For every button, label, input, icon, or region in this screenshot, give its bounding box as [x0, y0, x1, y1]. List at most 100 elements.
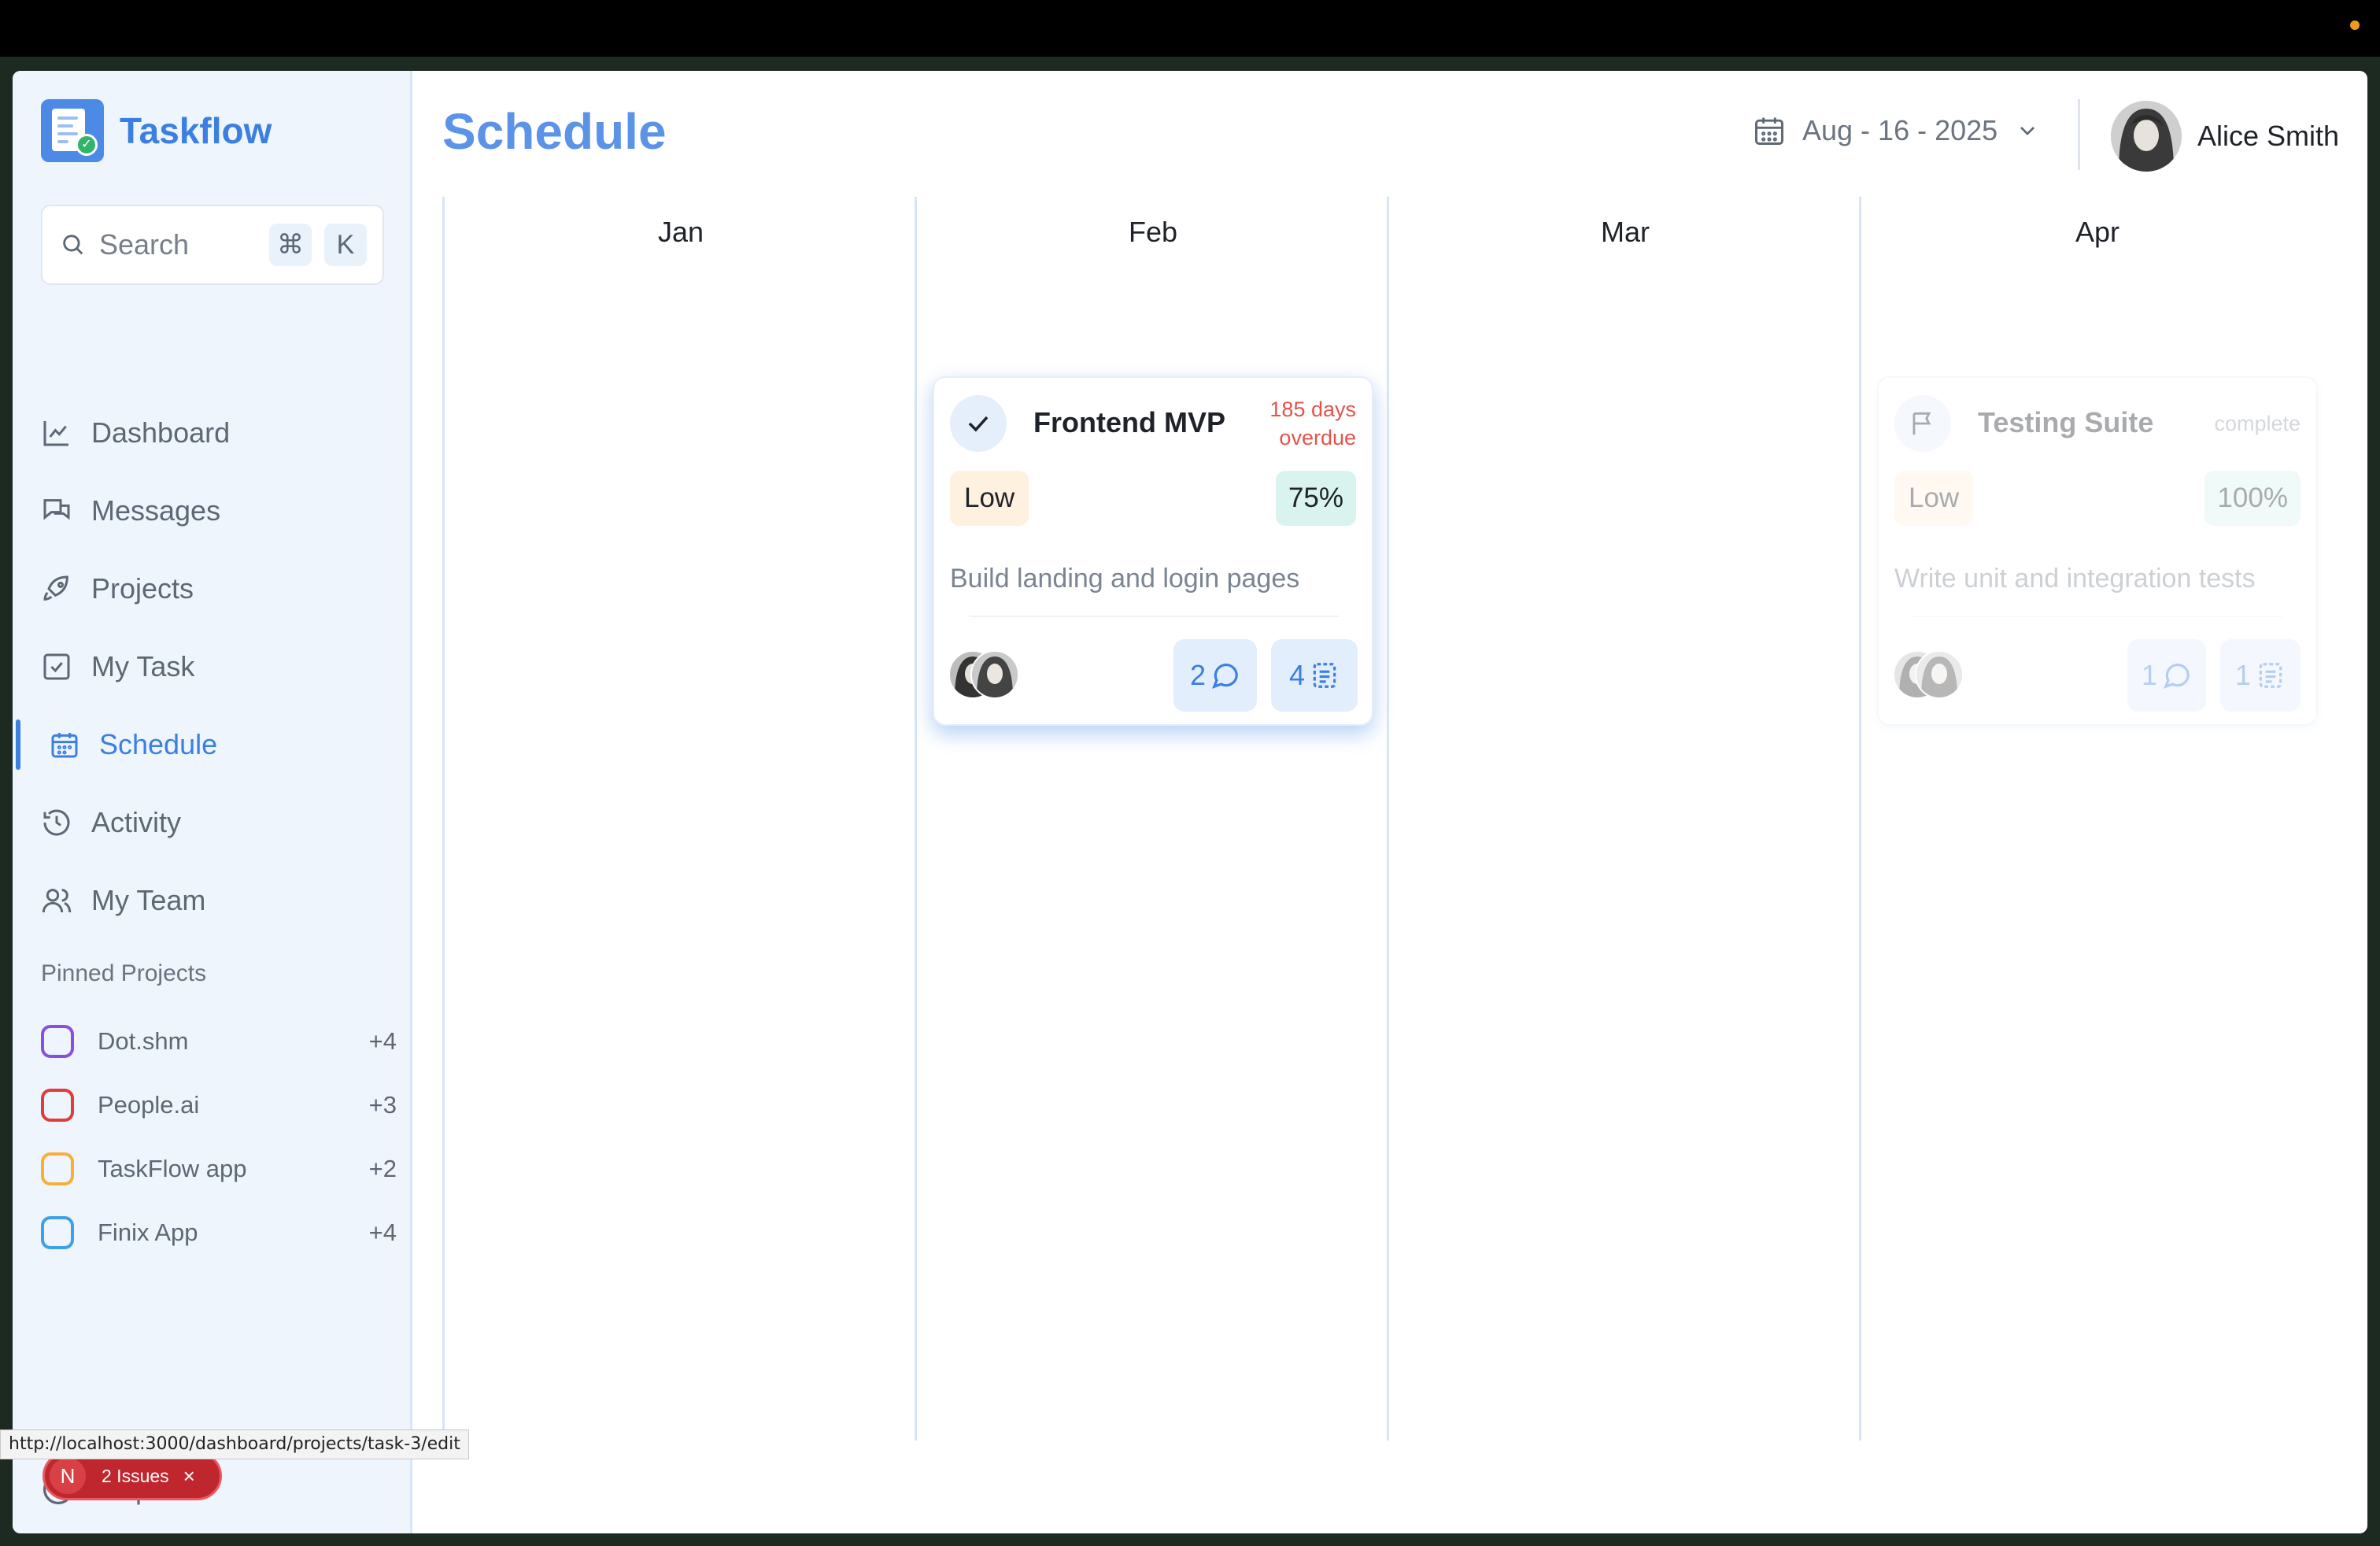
- calendar-icon: [51, 732, 78, 757]
- sidebar-item-label: Schedule: [99, 727, 218, 760]
- pinned-project-count: +4: [368, 1218, 397, 1246]
- history-icon: [43, 809, 70, 835]
- task-card-frontend-mvp[interactable]: Frontend MVP 185 days overdue Low 75% Bu…: [933, 376, 1373, 726]
- sidebar-item-my-task[interactable]: My Task: [13, 627, 412, 705]
- pinned-project-count: +3: [368, 1090, 397, 1119]
- priority-badge: Low: [1894, 471, 1974, 526]
- close-icon[interactable]: ×: [183, 1464, 195, 1489]
- sidebar-nav: Dashboard Messages Projects My Task Sche…: [13, 394, 412, 939]
- card-divider: [969, 616, 1339, 617]
- project-color-icon: [41, 1024, 74, 1058]
- selected-date: Aug - 16 - 2025: [1802, 114, 1998, 146]
- month-column-feb: Feb Frontend MVP 185 days overdue Low 75…: [915, 197, 1387, 1441]
- flag-icon[interactable]: [1894, 395, 1951, 452]
- schedule-timeline: Jan Feb Frontend MVP 185 days overdue Lo…: [442, 197, 2331, 1441]
- date-picker[interactable]: Aug - 16 - 2025: [1752, 113, 2040, 148]
- sidebar-item-label: My Task: [91, 649, 195, 682]
- sidebar-item-label: Dashboard: [91, 416, 231, 449]
- pinned-project-name: Finix App: [98, 1218, 198, 1246]
- browser-status-url: http://localhost:3000/dashboard/projects…: [0, 1429, 469, 1459]
- assignee-avatars: [1893, 650, 1987, 699]
- sidebar-item-schedule[interactable]: Schedule: [13, 705, 412, 783]
- sidebar-item-label: Projects: [91, 571, 194, 605]
- user-menu[interactable]: Alice Smith: [2111, 101, 2339, 172]
- sidebar-item-messages[interactable]: Messages: [13, 472, 412, 549]
- subtasks-button[interactable]: 4: [1271, 639, 1358, 712]
- search-input[interactable]: Search: [99, 228, 269, 261]
- task-card-testing-suite[interactable]: Testing Suite complete Low 100% Write un…: [1877, 376, 2318, 726]
- month-column-mar: Mar: [1387, 197, 1859, 1441]
- avatar: [970, 650, 1019, 699]
- comments-button[interactable]: 2: [1173, 639, 1257, 712]
- month-label: Mar: [1601, 216, 1650, 248]
- pinned-project-dot-shm[interactable]: Dot.shm +4: [41, 1009, 397, 1073]
- pinned-project-count: +2: [368, 1154, 397, 1182]
- pinned-project-taskflow-app[interactable]: TaskFlow app +2: [41, 1137, 397, 1200]
- pinned-projects-title: Pinned Projects: [41, 960, 207, 986]
- shortcut-command-key: ⌘: [269, 224, 312, 266]
- sidebar-item-activity[interactable]: Activity: [13, 783, 412, 861]
- avatar: [1915, 650, 1964, 699]
- header-divider: [2078, 99, 2080, 170]
- brand[interactable]: ✓ Taskflow: [41, 99, 272, 162]
- checkbox-icon: [43, 653, 70, 679]
- taskflow-logo-icon: ✓: [41, 99, 104, 162]
- comments-count: 2: [1189, 659, 1207, 691]
- pinned-project-finix-app[interactable]: Finix App +4: [41, 1200, 397, 1264]
- progress-badge: 75%: [1275, 471, 1356, 526]
- page-title: Schedule: [442, 103, 667, 160]
- assignee-avatars: [948, 650, 1043, 699]
- project-color-icon: [41, 1215, 74, 1249]
- overdue-days: 185 days: [1269, 398, 1356, 421]
- search-box[interactable]: Search ⌘ K: [41, 205, 384, 285]
- comment-icon: [2163, 664, 2190, 689]
- sidebar: ✓ Taskflow Search ⌘ K Dashboard Messages…: [13, 71, 412, 1533]
- subtasks-count: 1: [2234, 659, 2252, 691]
- avatar: [2111, 101, 2182, 172]
- task-title: Frontend MVP: [1033, 406, 1225, 438]
- month-column-apr: Apr Testing Suite complete Low 100% Writ…: [1859, 197, 2331, 1441]
- pinned-project-people-ai[interactable]: People.ai +3: [41, 1073, 397, 1137]
- nextjs-badge-icon: N: [50, 1458, 86, 1494]
- month-label: Feb: [1128, 216, 1178, 248]
- checklist-icon: [2259, 663, 2282, 688]
- overdue-label: 185 days overdue: [1238, 395, 1356, 452]
- chevron-down-icon: [2020, 127, 2035, 135]
- subtasks-count: 4: [1288, 659, 1306, 691]
- calendar-icon: [1755, 117, 1783, 145]
- project-color-icon: [41, 1152, 74, 1185]
- search-icon: [63, 235, 83, 255]
- sidebar-item-my-team[interactable]: My Team: [13, 861, 412, 939]
- chat-icon: [43, 498, 70, 520]
- task-description: Build landing and login pages: [950, 564, 1300, 594]
- completed-check-icon[interactable]: [950, 395, 1007, 452]
- overdue-text: overdue: [1279, 426, 1356, 449]
- main-content: Schedule Aug - 16 - 2025 Alice Smith Jan: [412, 71, 2367, 1533]
- shortcut-k-key: K: [324, 224, 367, 266]
- month-label: Apr: [2075, 216, 2120, 248]
- pinned-project-name: TaskFlow app: [98, 1154, 247, 1182]
- task-description: Write unit and integration tests: [1894, 564, 2256, 594]
- month-column-jan: Jan: [442, 197, 915, 1441]
- status-label: complete: [2214, 412, 2301, 435]
- pinned-project-name: People.ai: [98, 1090, 200, 1119]
- comments-button[interactable]: 1: [2127, 639, 2206, 712]
- pinned-project-name: Dot.shm: [98, 1026, 189, 1055]
- recording-indicator: [2350, 20, 2360, 30]
- card-divider: [1913, 616, 2283, 617]
- comments-count: 1: [2141, 659, 2158, 691]
- issues-count: 2 Issues: [102, 1465, 169, 1486]
- sidebar-item-label: Messages: [91, 494, 221, 527]
- project-color-icon: [41, 1088, 74, 1122]
- month-label: Jan: [657, 216, 704, 248]
- rocket-icon: [43, 575, 68, 601]
- priority-badge: Low: [950, 471, 1029, 526]
- subtasks-button[interactable]: 1: [2220, 639, 2301, 712]
- users-icon: [42, 888, 72, 912]
- app-name: Taskflow: [120, 110, 272, 151]
- sidebar-item-label: My Team: [91, 883, 206, 916]
- app-window: ✓ Taskflow Search ⌘ K Dashboard Messages…: [13, 71, 2367, 1533]
- sidebar-item-projects[interactable]: Projects: [13, 549, 412, 627]
- sidebar-item-dashboard[interactable]: Dashboard: [13, 394, 412, 472]
- comment-icon: [1211, 664, 1238, 689]
